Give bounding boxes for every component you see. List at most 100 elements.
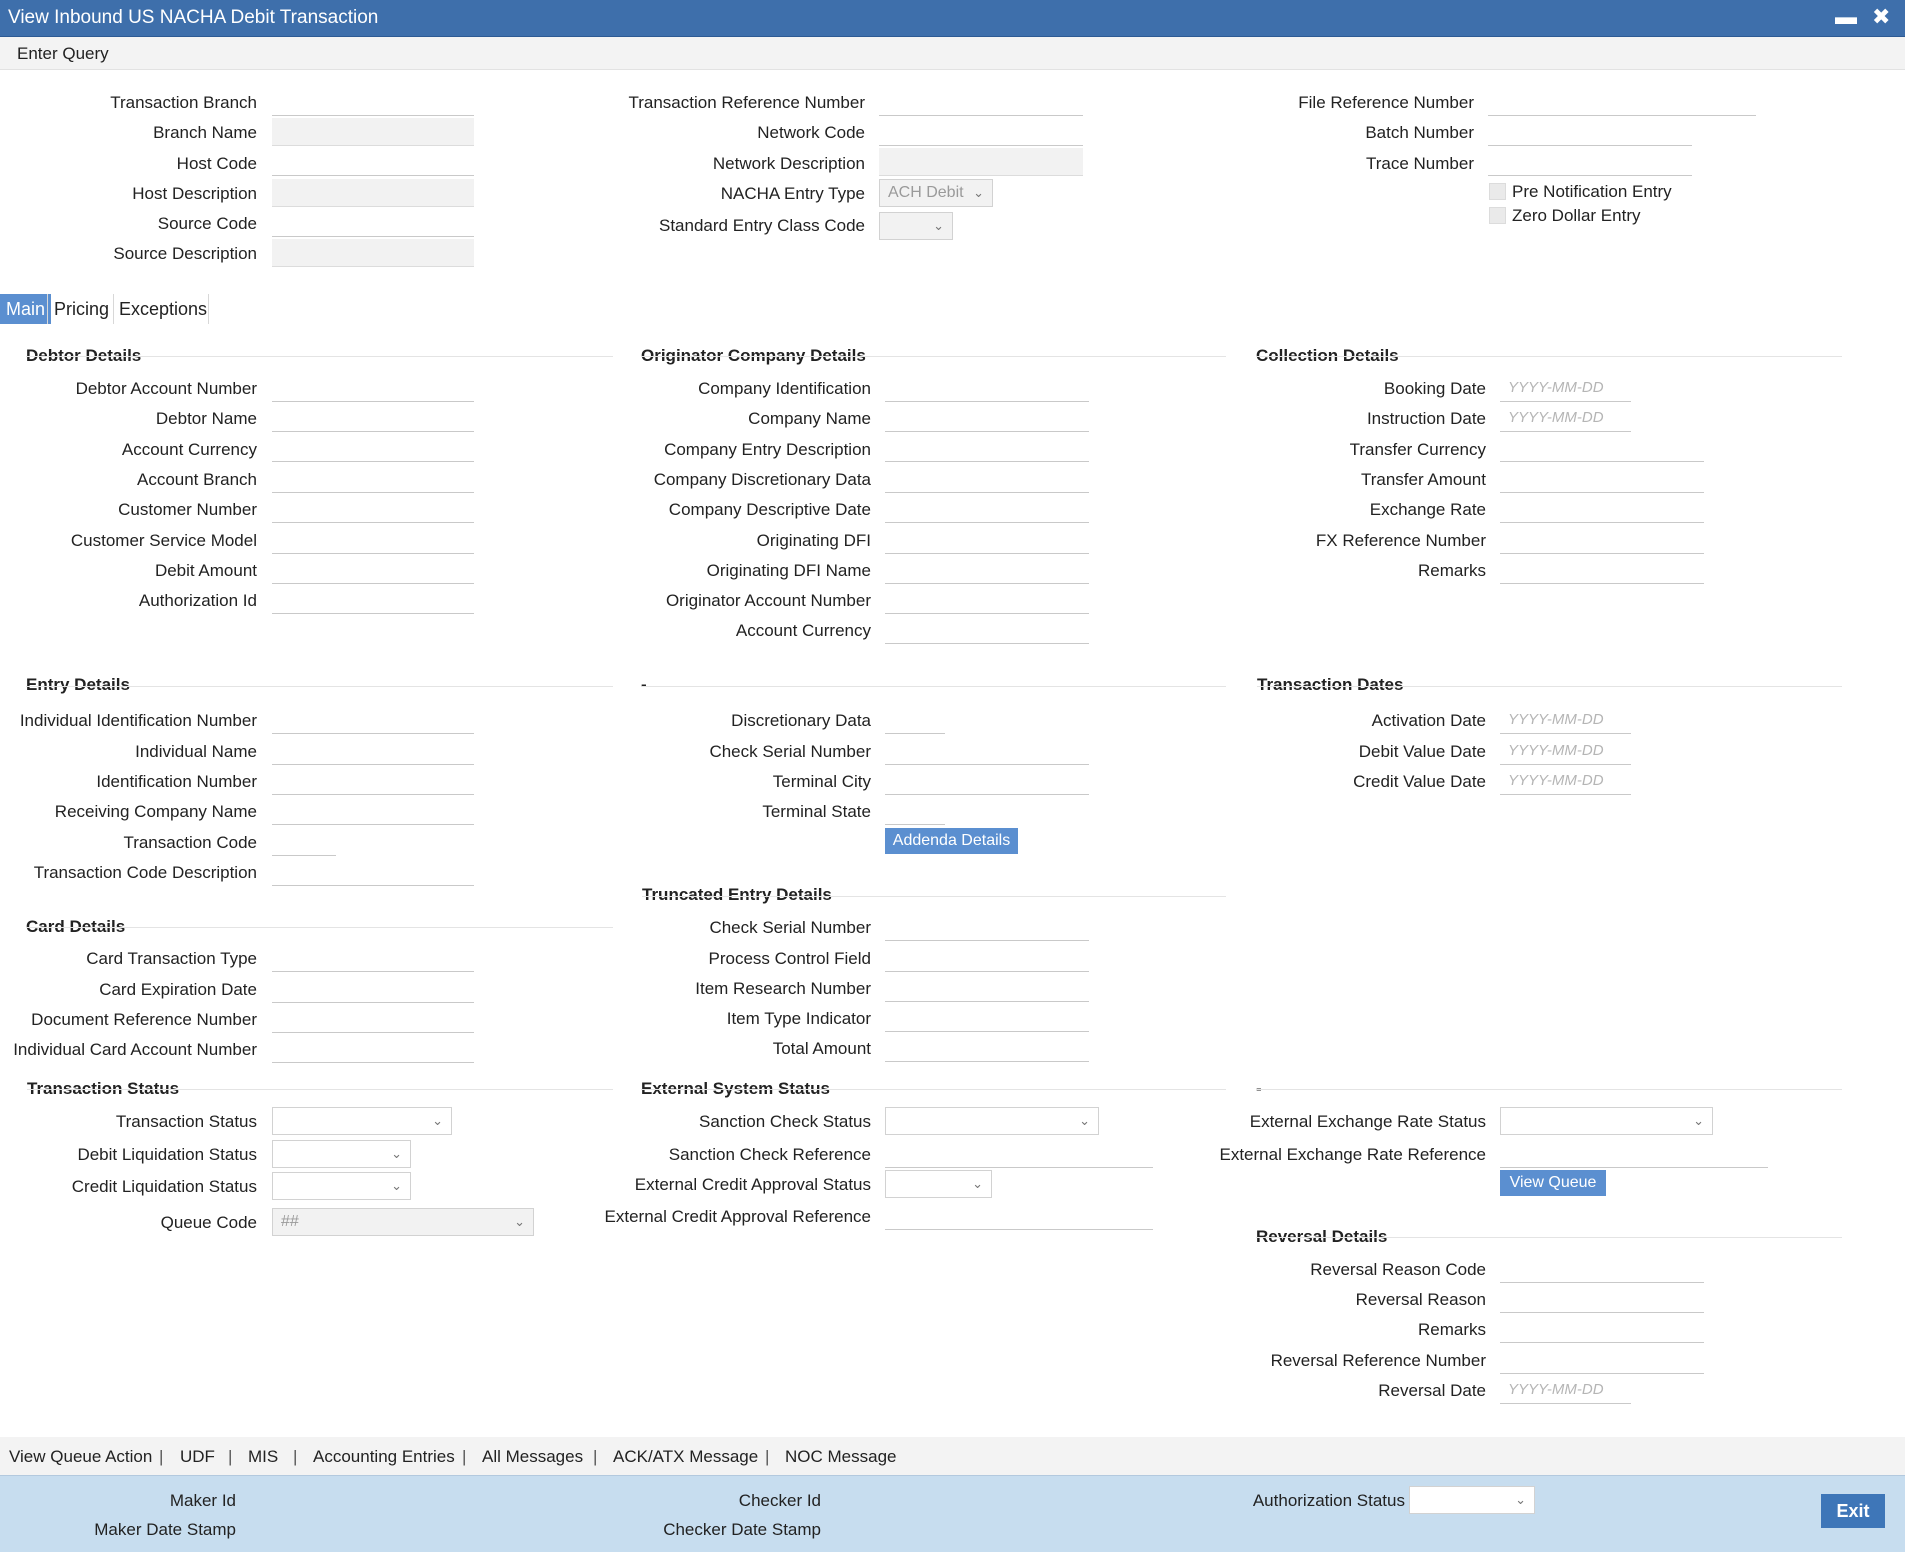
all-messages-link[interactable]: All Messages [482,1447,583,1467]
external-exchange-rate-status-select[interactable]: ⌄ [1500,1107,1713,1135]
transaction-code-input[interactable] [272,828,336,856]
view-queue-button[interactable]: View Queue [1500,1170,1606,1196]
collection-remarks-input[interactable] [1500,556,1704,584]
checker-id-label: Checker Id [738,1491,821,1510]
additional-entry-title: - [641,675,647,694]
individual-name-input[interactable] [272,737,474,765]
external-credit-approval-reference-input[interactable] [885,1202,1153,1230]
booking-date-label: Booking Date [1383,379,1486,398]
account-currency-input[interactable] [272,434,474,462]
reversal-remarks-input[interactable] [1500,1315,1704,1343]
booking-date-input[interactable] [1500,374,1631,402]
credit-value-date-input[interactable] [1500,767,1631,795]
noc-message-link[interactable]: NOC Message [785,1447,896,1467]
transaction-status-select[interactable]: ⌄ [272,1107,452,1135]
minimize-icon[interactable]: ▬ [1835,6,1857,28]
pre-notification-entry-checkbox[interactable] [1489,183,1506,200]
reversal-reason-code-input[interactable] [1500,1255,1704,1283]
trace-number-input[interactable] [1488,148,1692,176]
transaction-reference-number-label: Transaction Reference Number [628,93,865,112]
sanction-check-status-select[interactable]: ⌄ [885,1107,1099,1135]
company-name-input[interactable] [885,404,1089,432]
individual-card-account-number-input[interactable] [272,1035,474,1063]
udf-link[interactable]: UDF [180,1447,215,1467]
originator-account-number-label: Originator Account Number [665,591,871,610]
close-icon[interactable]: ✖ [1872,6,1890,28]
originating-dfi-name-input[interactable] [885,556,1089,584]
chevron-down-icon: ⌄ [1515,1492,1526,1507]
total-amount-input[interactable] [885,1034,1089,1062]
tab-exceptions[interactable]: Exceptions [113,294,213,324]
originator-account-currency-input[interactable] [885,616,1089,644]
tab-pricing[interactable]: Pricing [48,294,115,324]
customer-number-input[interactable] [272,495,474,523]
transfer-amount-label: Transfer Amount [1360,470,1486,489]
originating-dfi-input[interactable] [885,526,1089,554]
credit-liquidation-status-select[interactable]: ⌄ [272,1172,411,1200]
batch-number-input[interactable] [1488,118,1692,146]
company-descriptive-date-input[interactable] [885,495,1089,523]
exit-button[interactable]: Exit [1821,1494,1885,1528]
terminal-state-input[interactable] [885,797,945,825]
fx-reference-number-input[interactable] [1500,526,1704,554]
customer-service-model-input[interactable] [272,526,474,554]
host-code-input[interactable] [272,148,474,176]
debit-amount-input[interactable] [272,556,474,584]
enter-query-button[interactable]: Enter Query [17,44,109,64]
authorization-id-input[interactable] [272,586,474,614]
account-branch-input[interactable] [272,465,474,493]
document-reference-number-input[interactable] [272,1005,474,1033]
sanction-check-reference-label: Sanction Check Reference [668,1145,871,1164]
terminal-city-input[interactable] [885,767,1089,795]
transfer-amount-input[interactable] [1500,465,1704,493]
authorization-status-select[interactable]: ⌄ [1409,1486,1535,1514]
discretionary-data-label: Discretionary Data [731,711,871,730]
network-code-input[interactable] [879,118,1083,146]
addenda-details-button[interactable]: Addenda Details [885,828,1018,854]
transfer-currency-input[interactable] [1500,434,1704,462]
item-research-number-input[interactable] [885,974,1089,1002]
item-type-indicator-input[interactable] [885,1004,1089,1032]
originator-account-number-input[interactable] [885,586,1089,614]
debtor-account-number-input[interactable] [272,374,474,402]
receiving-company-name-input[interactable] [272,797,474,825]
nacha-entry-type-select[interactable]: ACH Debit ⌄ [879,179,993,207]
debtor-name-input[interactable] [272,404,474,432]
discretionary-data-input[interactable] [885,706,945,734]
exchange-rate-input[interactable] [1500,495,1704,523]
transaction-branch-input[interactable] [272,88,474,116]
zero-dollar-entry-checkbox[interactable] [1489,207,1506,224]
company-discretionary-data-input[interactable] [885,465,1089,493]
sanction-check-reference-input[interactable] [885,1140,1153,1168]
instruction-date-input[interactable] [1500,404,1631,432]
tab-main[interactable]: Main [0,294,52,324]
source-code-input[interactable] [272,209,474,237]
company-entry-description-input[interactable] [885,434,1089,462]
view-queue-action-link[interactable]: View Queue Action [9,1447,152,1467]
individual-identification-number-input[interactable] [272,706,474,734]
transaction-code-description-input[interactable] [272,858,474,886]
standard-entry-class-code-select[interactable]: ⌄ [879,212,953,240]
reversal-date-input[interactable] [1500,1376,1631,1404]
reversal-reference-number-input[interactable] [1500,1346,1704,1374]
mis-link[interactable]: MIS [248,1447,278,1467]
company-identification-input[interactable] [885,374,1089,402]
ack-atx-message-link[interactable]: ACK/ATX Message [613,1447,758,1467]
card-expiration-date-input[interactable] [272,975,474,1003]
card-transaction-type-input[interactable] [272,944,474,972]
truncated-check-serial-number-input[interactable] [885,913,1089,941]
reversal-reason-input[interactable] [1500,1285,1704,1313]
file-reference-number-input[interactable] [1488,88,1756,116]
external-exchange-rate-reference-input[interactable] [1500,1140,1768,1168]
debit-liquidation-status-select[interactable]: ⌄ [272,1140,411,1168]
process-control-field-input[interactable] [885,944,1089,972]
debit-value-date-input[interactable] [1500,737,1631,765]
accounting-entries-link[interactable]: Accounting Entries [313,1447,455,1467]
transaction-reference-number-input[interactable] [879,88,1083,116]
zero-dollar-entry-label: Zero Dollar Entry [1512,206,1641,225]
activation-date-input[interactable] [1500,706,1631,734]
check-serial-number-input[interactable] [885,737,1089,765]
identification-number-input[interactable] [272,767,474,795]
external-credit-approval-status-select[interactable]: ⌄ [885,1170,992,1198]
queue-code-select[interactable]: ## ⌄ [272,1208,534,1236]
